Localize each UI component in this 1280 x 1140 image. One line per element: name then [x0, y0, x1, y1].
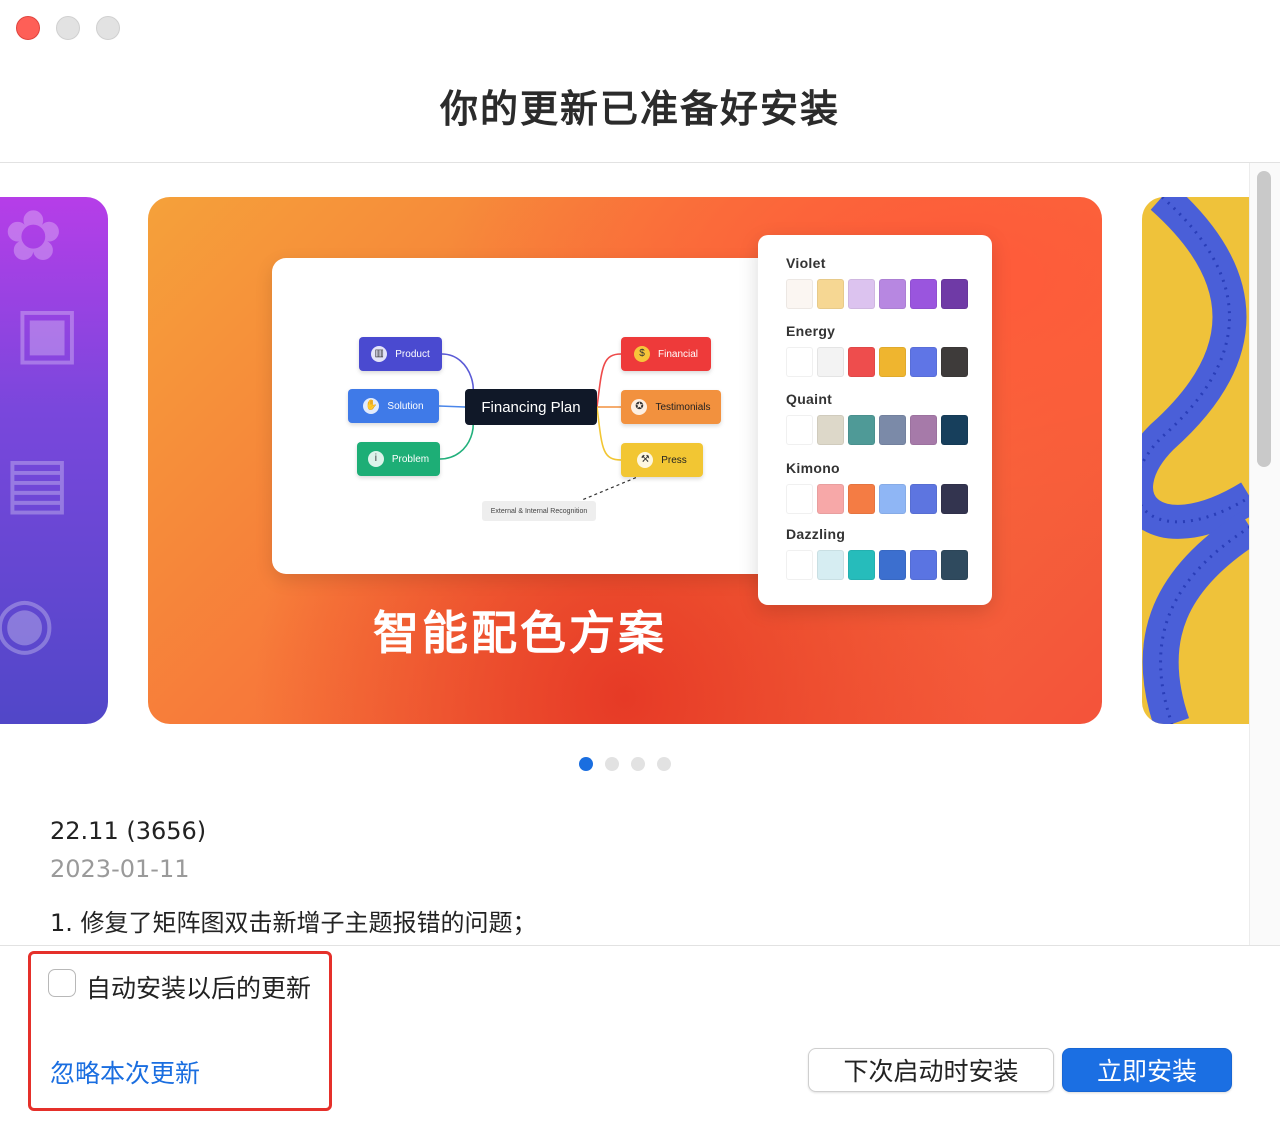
- dialog-title: 你的更新已准备好安装: [439, 87, 840, 131]
- color-swatch: [817, 415, 844, 445]
- color-swatch: [817, 347, 844, 377]
- palette-name: Dazzling: [786, 526, 846, 542]
- color-swatch: [848, 550, 875, 580]
- color-swatch: [786, 484, 813, 514]
- palette-swatches: [786, 279, 968, 309]
- color-swatch: [910, 347, 937, 377]
- palette-swatches: [786, 347, 968, 377]
- highlight-annotation-box: [28, 951, 332, 1111]
- carousel-dot-2[interactable]: [605, 757, 619, 771]
- color-swatch: [879, 484, 906, 514]
- node-label: Testimonials: [655, 401, 711, 413]
- eye-icon: ◉: [0, 581, 56, 663]
- palette-swatches: [786, 415, 968, 445]
- palette-name: Energy: [786, 323, 836, 339]
- color-swatch: [910, 415, 937, 445]
- color-swatch: [786, 550, 813, 580]
- close-window-button[interactable]: [16, 16, 40, 40]
- carousel-dot-3[interactable]: [631, 757, 645, 771]
- mindmap-node-financial: $ Financial: [621, 337, 711, 371]
- mindmap-node-solution: ✋ Solution: [348, 389, 439, 423]
- color-swatch: [879, 415, 906, 445]
- mindmap-preview: ▥ Product ✋ Solution i Problem Financing Pl…: [272, 258, 792, 574]
- maximize-window-button[interactable]: [96, 16, 120, 40]
- gavel-icon: ⚒: [637, 452, 654, 468]
- carousel-slide-next[interactable]: [1142, 197, 1250, 724]
- tv-icon: ▤: [4, 441, 71, 523]
- chart-icon: ▥: [371, 346, 388, 362]
- palette-swatches: [786, 550, 968, 580]
- color-swatch: [941, 484, 968, 514]
- mindmap-node-problem: i Problem: [357, 442, 440, 476]
- palette-quaint: Quaint: [786, 391, 968, 445]
- color-swatch: [848, 279, 875, 309]
- palette-swatches: [786, 484, 968, 514]
- install-on-next-launch-button[interactable]: 下次启动时安装: [808, 1048, 1054, 1092]
- palette-kimono: Kimono: [786, 460, 968, 514]
- color-swatch: [879, 347, 906, 377]
- scrollbar-thumb[interactable]: [1257, 171, 1271, 467]
- release-date: 2023-01-11: [50, 855, 190, 883]
- palette-name: Quaint: [786, 391, 833, 407]
- color-swatch: [910, 484, 937, 514]
- palette-dazzling: Dazzling: [786, 526, 968, 580]
- color-swatch: [879, 279, 906, 309]
- carousel-slide-previous[interactable]: ✿ ▣ ▤ ◉: [0, 197, 108, 724]
- color-swatch: [817, 484, 844, 514]
- mindmap-center-node: Financing Plan: [465, 389, 597, 425]
- mindmap-node-press: ⚒ Press: [621, 443, 703, 477]
- palette-name: Kimono: [786, 460, 840, 476]
- wavy-pattern-illustration: [1142, 197, 1250, 724]
- release-note-item: 1. 修复了矩阵图双击新增子主题报错的问题；: [50, 909, 537, 937]
- color-swatch: [941, 550, 968, 580]
- palette-energy: Energy: [786, 323, 968, 377]
- color-swatch: [879, 550, 906, 580]
- release-version: 22.11 (3656): [50, 817, 207, 845]
- node-label: Financial: [657, 348, 699, 360]
- color-swatch: [910, 550, 937, 580]
- mindmap-node-product: ▥ Product: [359, 337, 442, 371]
- mindmap-node-testimonials: ✪ Testimonials: [621, 390, 721, 424]
- color-swatch: [910, 279, 937, 309]
- color-swatch: [786, 279, 813, 309]
- color-swatch: [817, 279, 844, 309]
- title-bar: [0, 0, 1280, 60]
- color-swatch: [817, 550, 844, 580]
- color-swatch: [848, 347, 875, 377]
- carousel-slide-current[interactable]: ▥ Product ✋ Solution i Problem Financing Pl…: [148, 197, 1102, 724]
- content-scrollbar[interactable]: [1249, 163, 1280, 945]
- color-swatch: [786, 415, 813, 445]
- medal-icon: ✪: [631, 399, 648, 415]
- palette-name: Violet: [786, 255, 826, 271]
- backpack-icon: ▣: [14, 291, 81, 373]
- color-swatch: [786, 347, 813, 377]
- color-swatch: [941, 415, 968, 445]
- color-swatch: [848, 484, 875, 514]
- carousel-dot-4[interactable]: [657, 757, 671, 771]
- palette-violet: Violet: [786, 255, 968, 309]
- info-icon: i: [367, 451, 384, 467]
- color-scheme-panel: Violet Energy Quaint Kimono Dazzling: [758, 235, 992, 605]
- minimize-window-button[interactable]: [56, 16, 80, 40]
- node-label: Product: [395, 348, 430, 360]
- handshake-icon: ✋: [363, 398, 380, 414]
- update-content[interactable]: ✿ ▣ ▤ ◉ ▥ Product ✋ Solution i Problem F…: [0, 162, 1280, 946]
- color-swatch: [941, 279, 968, 309]
- color-swatch: [848, 415, 875, 445]
- carousel-pagination: [579, 757, 671, 771]
- mindmap-external-node: External & Internal Recognition: [482, 501, 596, 521]
- color-swatch: [941, 347, 968, 377]
- slide-caption: 智能配色方案: [373, 606, 667, 660]
- node-label: Solution: [387, 400, 424, 412]
- node-label: Press: [661, 454, 687, 466]
- brain-icon: ✿: [4, 197, 63, 277]
- install-now-button[interactable]: 立即安装: [1062, 1048, 1232, 1092]
- node-label: Problem: [391, 453, 430, 465]
- carousel-dot-1[interactable]: [579, 757, 593, 771]
- dollar-icon: $: [633, 346, 650, 362]
